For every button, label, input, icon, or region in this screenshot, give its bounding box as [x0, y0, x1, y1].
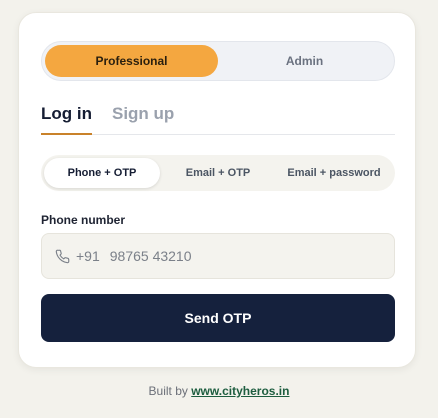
role-admin-button[interactable]: Admin	[218, 45, 391, 77]
tab-login[interactable]: Log in	[41, 101, 92, 135]
login-method-tabs: Phone + OTP Email + OTP Email + password	[41, 155, 395, 191]
method-email-otp[interactable]: Email + OTP	[160, 158, 276, 188]
phone-field[interactable]: +91	[41, 233, 395, 279]
footer-prefix: Built by	[148, 384, 188, 398]
phone-icon	[54, 248, 70, 264]
method-phone-otp[interactable]: Phone + OTP	[44, 158, 160, 188]
send-otp-button[interactable]: Send OTP	[41, 294, 395, 342]
role-toggle: Professional Admin	[41, 41, 395, 81]
role-professional-button[interactable]: Professional	[45, 45, 218, 77]
phone-number-label: Phone number	[41, 213, 126, 227]
login-card: Professional Admin Log in Sign up Phone …	[18, 12, 416, 368]
country-code: +91	[76, 248, 100, 264]
footer-link[interactable]: www.cityheros.in	[191, 384, 289, 398]
footer: Built by www.cityheros.in	[0, 384, 438, 398]
tab-signup[interactable]: Sign up	[112, 101, 174, 134]
method-email-password[interactable]: Email + password	[276, 158, 392, 188]
phone-input[interactable]	[109, 248, 394, 264]
auth-tabs: Log in Sign up	[41, 101, 395, 135]
